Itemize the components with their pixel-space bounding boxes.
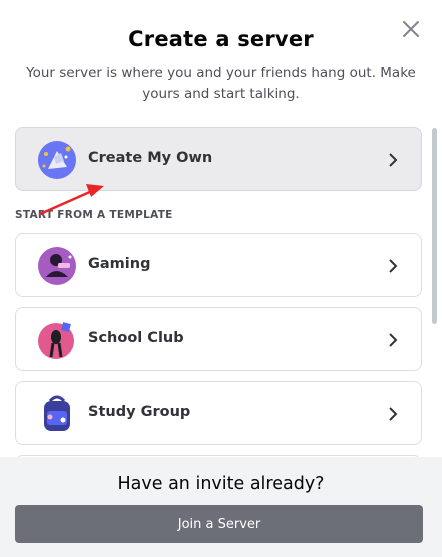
join-server-button[interactable]: Join a Server — [15, 505, 423, 543]
create-server-modal: Create a server Your server is where you… — [0, 0, 442, 557]
scrollbar-thumb[interactable] — [432, 128, 437, 324]
chevron-right-icon — [389, 153, 398, 167]
template-section-label: START FROM A TEMPLATE — [15, 209, 173, 221]
chevron-right-icon — [389, 407, 398, 421]
study-group-icon — [44, 395, 70, 431]
school-club-icon — [38, 322, 74, 359]
modal-footer: Have an invite already? Join a Server — [0, 457, 442, 557]
template-label: Gaming — [88, 256, 151, 272]
chevron-right-icon — [389, 259, 398, 273]
gaming-icon — [38, 247, 76, 285]
create-my-own-button[interactable]: Create My Own — [15, 127, 422, 191]
modal-subtitle: Your server is where you and your friend… — [26, 65, 416, 102]
modal-title: Create a server — [128, 27, 314, 51]
template-label: School Club — [88, 330, 184, 346]
template-list: Create My Own START FROM A TEMPLATE Gami… — [0, 122, 442, 457]
template-school-club[interactable]: School Club — [15, 307, 422, 371]
template-gaming[interactable]: Gaming — [15, 233, 422, 297]
create-my-own-icon — [38, 141, 76, 179]
template-label: Study Group — [88, 404, 191, 420]
chevron-right-icon — [389, 333, 398, 347]
create-my-own-label: Create My Own — [88, 150, 213, 166]
invite-prompt: Have an invite already? — [117, 474, 325, 494]
template-study-group[interactable]: Study Group — [15, 381, 422, 445]
